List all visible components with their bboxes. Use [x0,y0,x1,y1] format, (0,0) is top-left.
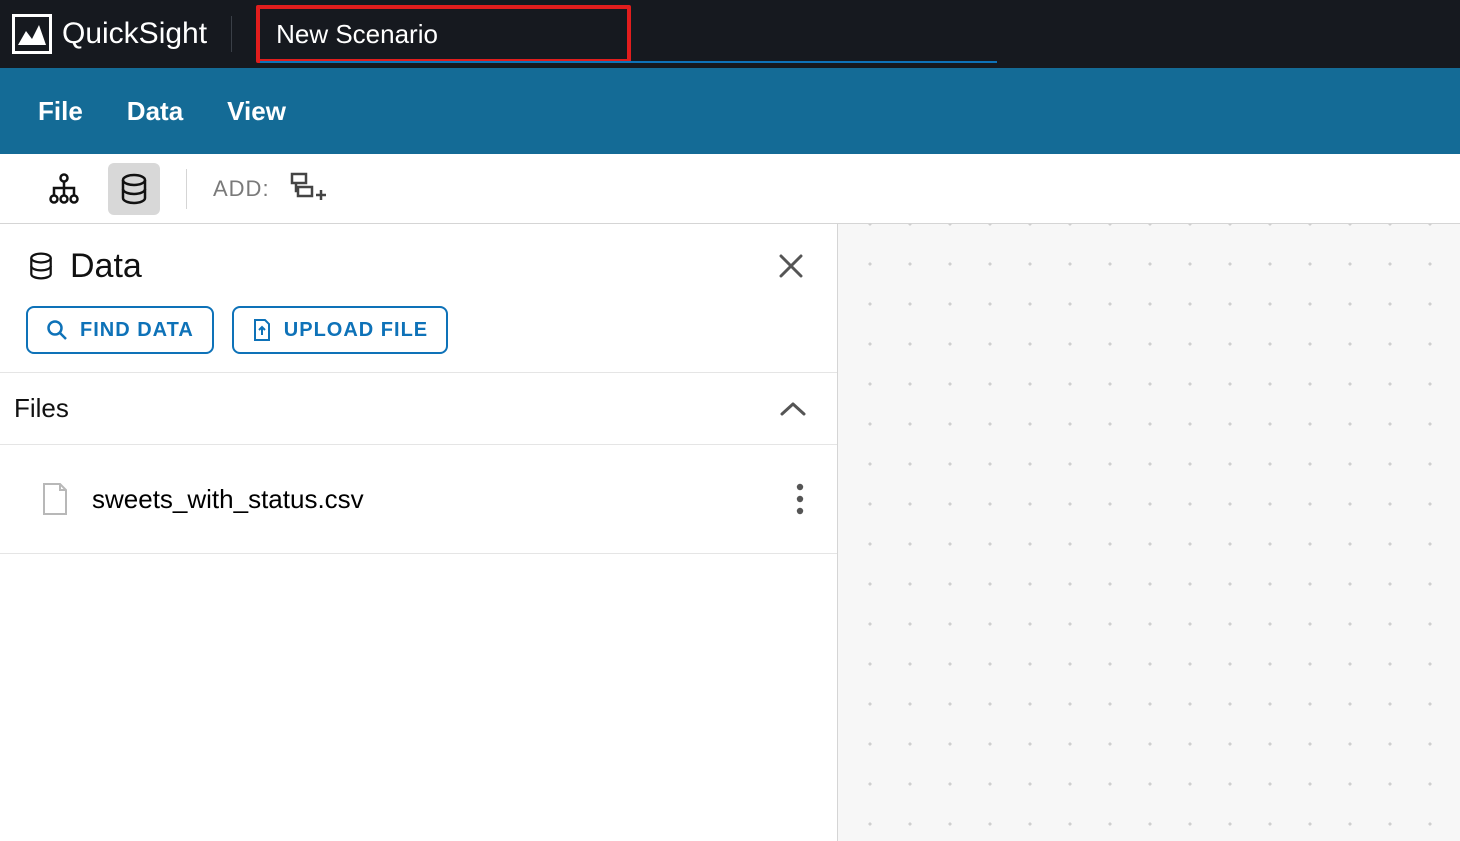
data-panel-title: Data [26,247,142,286]
close-panel-button[interactable] [771,246,811,286]
file-actions-button[interactable] [789,475,811,523]
file-name: sweets_with_status.csv [92,484,364,515]
menu-file[interactable]: File [38,96,83,127]
database-icon [26,251,56,281]
files-section-label: Files [14,393,69,424]
kebab-icon [795,481,805,517]
search-icon [46,319,68,341]
top-header: QuickSight [0,0,1460,68]
menu-view[interactable]: View [227,96,286,127]
data-view-button[interactable] [108,163,160,215]
hierarchy-view-button[interactable] [38,163,90,215]
files-section-header[interactable]: Files [0,373,837,445]
menu-data[interactable]: Data [127,96,183,127]
toolbar-separator [186,169,187,209]
scenario-name-input[interactable] [276,19,611,50]
menu-bar: File Data View [0,68,1460,154]
topbar-separator [231,16,232,52]
add-block-icon [288,171,328,207]
upload-icon [252,318,272,342]
chevron-up-icon [779,400,807,418]
find-data-label: FIND DATA [80,319,194,342]
upload-file-label: UPLOAD FILE [284,319,428,342]
collapse-files-button[interactable] [775,396,811,422]
brand-logo[interactable]: QuickSight [12,14,207,54]
data-panel: Data [0,224,838,841]
quicksight-logo-icon [12,14,52,54]
add-block-button[interactable] [288,163,328,215]
data-panel-header: Data [0,224,837,373]
close-icon [777,252,805,280]
panel-title-text: Data [70,247,142,286]
database-icon [117,172,151,206]
brand-name: QuickSight [62,17,207,51]
scenario-name-field-highlight [256,5,631,63]
hierarchy-icon [47,172,81,206]
scenario-input-underline [260,61,997,63]
find-data-button[interactable]: FIND DATA [26,306,214,354]
file-icon [40,481,70,517]
upload-file-button[interactable]: UPLOAD FILE [232,306,448,354]
add-label: ADD: [213,176,270,202]
toolbar: ADD: [0,154,1460,224]
scenario-canvas[interactable] [838,224,1460,841]
file-item[interactable]: sweets_with_status.csv [0,445,837,554]
main-area: Data [0,224,1460,841]
